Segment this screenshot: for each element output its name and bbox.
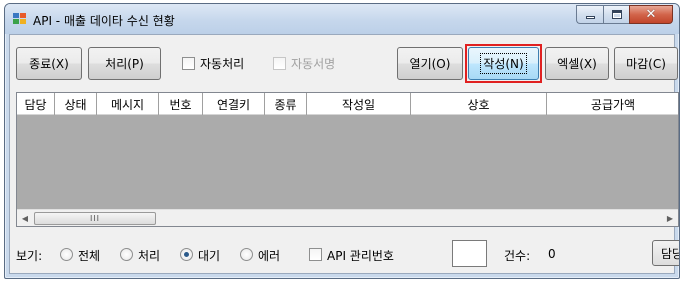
deadline-button[interactable]: 마감(C) xyxy=(614,47,678,80)
open-button[interactable]: 열기(O) xyxy=(397,47,463,80)
column-header-manager[interactable]: 담당 xyxy=(17,93,55,115)
horizontal-scrollbar[interactable]: ◀ III ▶ xyxy=(17,209,678,226)
radio-pending-label[interactable]: 대기 xyxy=(198,247,220,264)
process-button[interactable]: 처리(P) xyxy=(88,47,161,80)
maximize-button[interactable] xyxy=(603,5,629,24)
column-header-type[interactable]: 종류 xyxy=(265,93,307,115)
api-mgmt-number-input[interactable] xyxy=(452,240,487,267)
data-grid[interactable]: 담당 상태 메시지 번호 연결키 종류 작성일 상호 공급가액 ◀ III ▶ xyxy=(16,92,679,227)
auto-sign-checkbox: 자동서명 xyxy=(273,55,335,72)
radio-processed-label[interactable]: 처리 xyxy=(138,247,160,264)
app-icon[interactable] xyxy=(13,13,27,25)
excel-button-label: 엑셀(X) xyxy=(557,57,597,71)
title-bar[interactable]: API - 매출 데이타 수신 현황 ✕ xyxy=(5,4,679,34)
manager-button-label: 담당 xyxy=(661,246,679,261)
column-header-status[interactable]: 상태 xyxy=(55,93,97,115)
auto-sign-check-box xyxy=(273,57,286,70)
column-header-number[interactable]: 번호 xyxy=(159,93,203,115)
close-icon: ✕ xyxy=(645,7,657,22)
radio-pending[interactable] xyxy=(180,248,193,261)
scroll-right-arrow-icon[interactable]: ▶ xyxy=(663,212,677,225)
grid-header: 담당 상태 메시지 번호 연결키 종류 작성일 상호 공급가액 xyxy=(17,93,678,115)
exit-button[interactable]: 종료(X) xyxy=(16,47,82,80)
deadline-button-label: 마감(C) xyxy=(626,57,666,71)
minimize-icon xyxy=(585,16,595,19)
column-header-message[interactable]: 메시지 xyxy=(97,93,159,115)
exit-button-label: 종료(X) xyxy=(29,57,69,71)
auto-sign-label: 자동서명 xyxy=(291,57,336,71)
process-button-label: 처리(P) xyxy=(105,57,144,71)
close-window-button[interactable]: ✕ xyxy=(629,5,673,24)
scroll-left-arrow-icon[interactable]: ◀ xyxy=(18,212,32,225)
manager-button[interactable]: 담당 xyxy=(652,240,679,266)
open-button-label: 열기(O) xyxy=(409,57,451,71)
scroll-thumb[interactable]: III xyxy=(34,212,156,225)
radio-all[interactable] xyxy=(60,248,73,261)
radio-error-label[interactable]: 에러 xyxy=(258,247,280,264)
radio-error[interactable] xyxy=(240,248,253,261)
excel-button[interactable]: 엑셀(X) xyxy=(545,47,609,80)
column-header-date[interactable]: 작성일 xyxy=(307,93,411,115)
column-header-supply-amount[interactable]: 공급가액 xyxy=(547,93,679,115)
window-title: API - 매출 데이타 수신 현황 xyxy=(33,14,175,28)
api-mgmt-label: API 관리번호 xyxy=(327,249,394,263)
radio-processed[interactable] xyxy=(120,248,133,261)
client-area: 종료(X) 처리(P) 자동처리 자동서명 열기(O) 작성(N) 엑셀(X) … xyxy=(9,34,679,274)
highlight-box xyxy=(465,44,542,83)
column-header-company[interactable]: 상호 xyxy=(411,93,547,115)
auto-process-check-box[interactable] xyxy=(182,57,195,70)
column-header-link-key[interactable]: 연결키 xyxy=(203,93,265,115)
maximize-icon xyxy=(611,10,622,19)
api-mgmt-checkbox[interactable] xyxy=(309,248,322,261)
auto-process-label: 자동처리 xyxy=(200,57,245,71)
minimize-button[interactable] xyxy=(576,5,603,24)
caption-buttons: ✕ xyxy=(576,5,673,25)
count-label: 건수: xyxy=(504,249,531,263)
app-window: API - 매출 데이타 수신 현황 ✕ 종료(X) 처리(P) 자동처리 자동… xyxy=(4,3,680,279)
radio-all-label[interactable]: 전체 xyxy=(78,247,100,264)
count-value: 0 xyxy=(548,247,556,261)
view-label: 보기: xyxy=(16,249,43,263)
auto-process-checkbox[interactable]: 자동처리 xyxy=(182,55,244,72)
